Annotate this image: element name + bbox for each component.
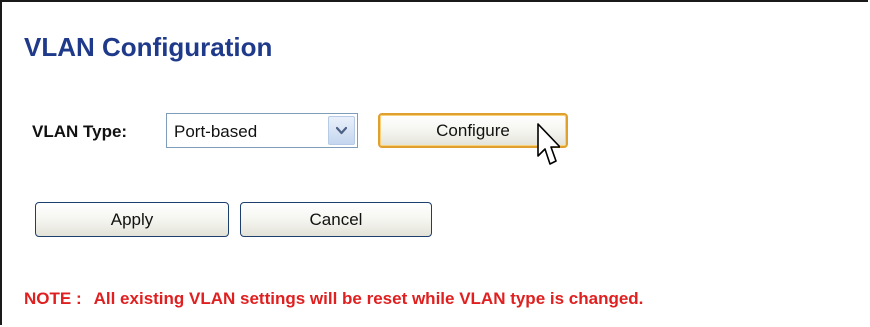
note-text: All existing VLAN settings will be reset…	[93, 289, 644, 308]
apply-button[interactable]: Apply	[35, 202, 229, 237]
cancel-button[interactable]: Cancel	[240, 202, 432, 237]
vlan-reset-note: NOTE : All existing VLAN settings will be…	[24, 289, 643, 309]
hand-pointer-icon	[537, 123, 560, 165]
page-title: VLAN Configuration	[24, 32, 273, 62]
dropdown-arrow-button[interactable]	[328, 116, 355, 145]
note-prefix: NOTE :	[24, 289, 82, 308]
vlan-type-selected-value: Port-based	[174, 122, 258, 141]
vlan-type-select[interactable]: Port-based	[166, 113, 358, 148]
chevron-down-icon	[336, 126, 347, 135]
vlan-config-panel: VLAN Configuration VLAN Type: Port-based…	[0, 0, 868, 325]
vlan-type-label: VLAN Type:	[32, 122, 128, 141]
